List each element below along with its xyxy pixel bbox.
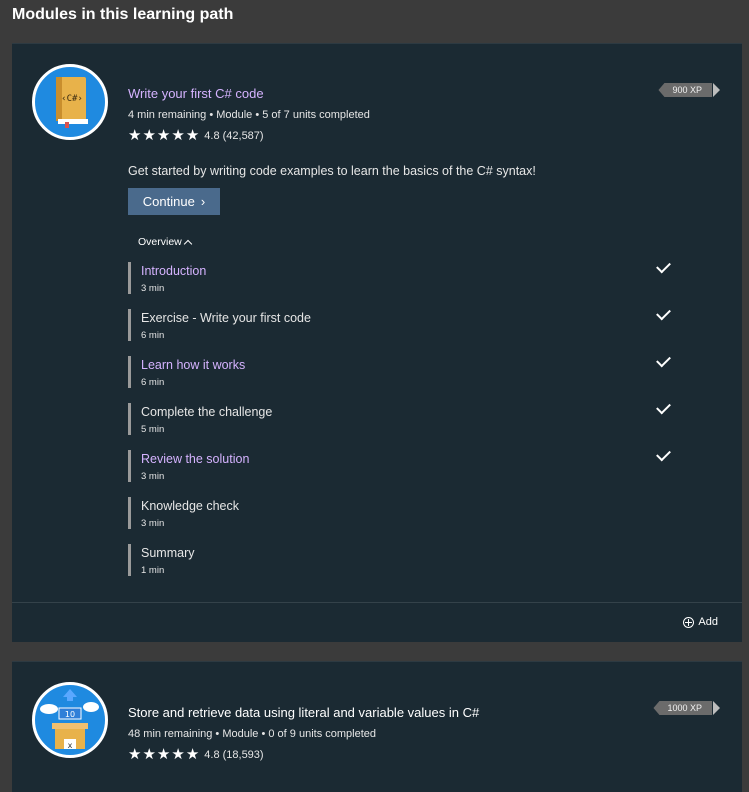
star-icon: ★ [128, 746, 142, 763]
continue-label: Continue [142, 194, 195, 209]
add-button[interactable]: Add [683, 616, 718, 628]
unit-duration: 3 min [141, 283, 165, 294]
overview-toggle[interactable]: Overview [138, 236, 193, 248]
data-box-icon: 10 x [32, 682, 108, 758]
checkmark-icon [656, 399, 671, 415]
unit-title[interactable]: Complete the challenge [141, 405, 272, 419]
unit-item[interactable]: Introduction 3 min [128, 258, 671, 294]
module-meta: 48 min remaining • Module • 0 of 9 units… [128, 728, 376, 740]
module-card: ‹C#› Write your first C# code 4 min rema… [12, 43, 742, 642]
xp-arrow-icon [713, 83, 720, 97]
unit-item[interactable]: Learn how it works 6 min [128, 352, 671, 388]
module-meta: 4 min remaining • Module • 5 of 7 units … [128, 109, 370, 121]
module-title-link[interactable]: Store and retrieve data using literal an… [128, 705, 479, 720]
checkmark-icon [656, 446, 671, 462]
unit-title[interactable]: Summary [141, 546, 194, 560]
module-description: Get started by writing code examples to … [128, 164, 536, 178]
checkmark-icon [656, 305, 671, 321]
rating-text: 4.8 (18,593) [204, 749, 264, 761]
star-icon: ★ [185, 127, 200, 144]
unit-title[interactable]: Review the solution [141, 452, 249, 466]
star-icon: ★ [156, 127, 171, 144]
unit-item[interactable]: Exercise - Write your first code 6 min [128, 305, 671, 341]
svg-text:10: 10 [65, 710, 75, 719]
star-icon: ★ [142, 746, 156, 763]
chevron-right-icon: › [200, 194, 206, 209]
card-divider [12, 602, 742, 603]
xp-badge: 1000 XP [653, 701, 712, 715]
unit-title[interactable]: Knowledge check [141, 499, 239, 513]
chevron-up-icon [183, 239, 193, 248]
unit-title[interactable]: Learn how it works [141, 358, 245, 372]
unit-item[interactable]: Review the solution 3 min [128, 446, 671, 482]
unit-duration: 6 min [141, 330, 165, 341]
rating-stars: ★ ★ ★ ★ ★ 4.8 (42,587) [128, 127, 264, 144]
unit-title[interactable]: Exercise - Write your first code [141, 311, 311, 325]
section-title: Modules in this learning path [12, 6, 234, 23]
rating-text: 4.8 (42,587) [204, 130, 264, 142]
rating-stars: ★ ★ ★ ★ ★ 4.8 (18,593) [128, 746, 264, 763]
unit-item[interactable]: Complete the challenge 5 min [128, 399, 671, 435]
checkmark-icon [656, 258, 671, 274]
continue-button[interactable]: Continue › [128, 188, 220, 215]
star-icon: ★ [128, 127, 142, 144]
unit-item[interactable]: Summary 1 min [128, 544, 671, 576]
unit-title[interactable]: Introduction [141, 264, 206, 278]
star-icon: ★ [171, 746, 185, 763]
unit-duration: 5 min [141, 424, 165, 435]
star-icon: ★ [156, 746, 171, 763]
module-card: 10 x Store and retrieve data using liter… [12, 661, 742, 792]
checkmark-icon [656, 352, 671, 368]
unit-item[interactable]: Knowledge check 3 min [128, 497, 671, 529]
csharp-book-icon: ‹C#› [32, 64, 108, 140]
star-icon: ★ [185, 746, 200, 763]
xp-arrow-icon [713, 701, 720, 715]
star-icon: ★ [142, 127, 156, 144]
unit-duration: 1 min [141, 565, 165, 576]
unit-duration: 6 min [141, 377, 165, 388]
add-label: Add [698, 616, 718, 628]
svg-text:x: x [68, 741, 73, 750]
star-icon: ★ [171, 127, 185, 144]
xp-badge: 900 XP [658, 83, 712, 97]
unit-duration: 3 min [141, 471, 165, 482]
module-title-link[interactable]: Write your first C# code [128, 86, 264, 101]
add-circle-icon [683, 616, 695, 628]
overview-label: Overview [138, 236, 182, 248]
unit-duration: 3 min [141, 518, 165, 529]
svg-text:‹C#›: ‹C#› [61, 94, 83, 104]
